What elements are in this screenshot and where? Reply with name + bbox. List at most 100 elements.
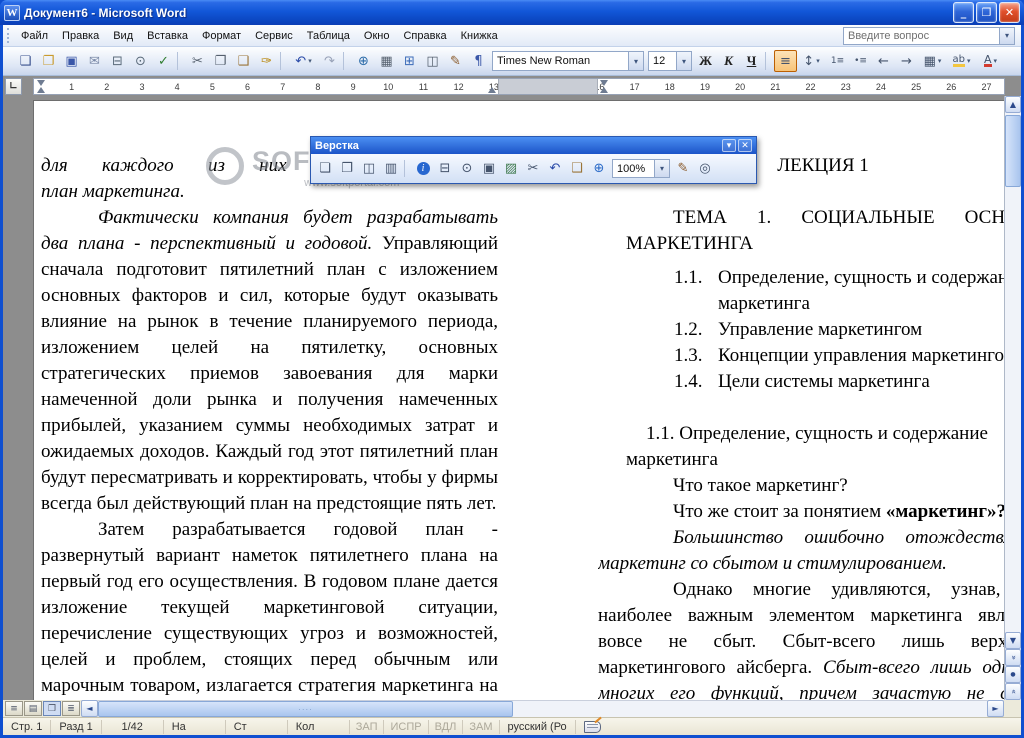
spelling-status-icon[interactable] (583, 720, 601, 733)
tables-borders-icon[interactable]: ▦ (375, 50, 398, 72)
numbered-list-icon[interactable]: 1≡ (826, 50, 849, 72)
layout-toolbar-title-bar[interactable]: Верстка ▾ ✕ (311, 137, 756, 154)
print-icon[interactable]: ⊟ (106, 50, 129, 72)
italic-button[interactable]: К (717, 50, 740, 72)
insert-table-icon[interactable]: ⊞ (398, 50, 421, 72)
zoom-combo[interactable]: 100% ▾ (612, 159, 670, 178)
ask-question-box[interactable]: Введите вопрос ▾ (843, 26, 1015, 45)
scroll-left-icon[interactable]: ◄ (81, 700, 98, 717)
layout-floating-toolbar[interactable]: Верстка ▾ ✕ ❏ ❐ ◫ ▥ i ⊟ ⊙ ▣ ▨ ✂ ↶ ❑ ⊕ 10… (310, 136, 757, 184)
magnifier-icon[interactable]: ◎ (694, 158, 716, 179)
status-toggle[interactable]: ВДЛ (429, 719, 464, 734)
menu-item[interactable]: Справка (396, 25, 453, 46)
pen-icon[interactable]: ✎ (672, 158, 694, 179)
close-icon[interactable]: ✕ (738, 139, 752, 152)
increase-indent-icon[interactable]: → (895, 50, 918, 72)
decrease-indent-icon[interactable]: ← (872, 50, 895, 72)
font-color-icon[interactable]: А (976, 50, 1005, 72)
outline-view-button[interactable]: ≣ (62, 701, 80, 716)
paste-icon[interactable]: ❑ (566, 158, 588, 179)
select-browse-object-icon[interactable]: ● (1005, 666, 1021, 683)
title-bar[interactable]: W Документ6 - Microsoft Word _ ❐ ✕ (0, 0, 1024, 25)
vertical-scroll-thumb[interactable] (1005, 115, 1021, 187)
minimize-button[interactable]: _ (953, 2, 974, 23)
print-layout-view-button[interactable]: ❐ (43, 701, 61, 716)
column2-left-indent-marker[interactable] (600, 87, 608, 93)
status-toggle[interactable]: ИСПР (384, 719, 429, 734)
web-layout-view-button[interactable]: ▤ (24, 701, 42, 716)
screen-view-icon[interactable]: ▣ (478, 158, 500, 179)
font-name-combo[interactable]: Times New Roman ▾ (492, 51, 644, 71)
previous-page-icon[interactable]: « (1005, 649, 1021, 666)
spelling-icon[interactable]: ✓ (152, 50, 175, 72)
save-icon[interactable]: ▣ (60, 50, 83, 72)
close-button[interactable]: ✕ (999, 2, 1020, 23)
hyperlink-icon[interactable]: ⊕ (352, 50, 375, 72)
undo-icon[interactable]: ↶ (289, 50, 318, 72)
borders-icon[interactable]: ▦ (918, 50, 947, 72)
new-document-icon[interactable]: ❏ (14, 50, 37, 72)
toolbar-options-icon[interactable]: ▾ (722, 139, 736, 152)
scroll-down-icon[interactable]: ▼ (1005, 632, 1021, 649)
menu-item[interactable]: Таблица (300, 25, 357, 46)
chevron-down-icon[interactable]: ▾ (676, 52, 691, 70)
language-indicator[interactable]: русский (Ро (500, 719, 576, 734)
document-page[interactable]: для каждого из них нужен детальный план … (33, 100, 1005, 700)
horizontal-scroll-thumb[interactable]: ···· (98, 701, 513, 717)
line-spacing-icon[interactable]: ↕ (797, 50, 826, 72)
chevron-down-icon[interactable]: ▾ (654, 160, 669, 177)
bullet-list-icon[interactable]: •≡ (849, 50, 872, 72)
cut-icon[interactable]: ✂ (522, 158, 544, 179)
font-size-combo[interactable]: 12 ▾ (648, 51, 692, 71)
redo-icon[interactable]: ↷ (318, 50, 341, 72)
picture-icon[interactable]: ▨ (500, 158, 522, 179)
status-toggle[interactable]: ЗАП (350, 719, 385, 734)
chevron-down-icon[interactable]: ▾ (628, 52, 643, 70)
menu-item[interactable]: Окно (357, 25, 397, 46)
single-page-icon[interactable]: ❏ (314, 158, 336, 179)
next-page-icon[interactable]: » (1005, 683, 1021, 700)
undo-icon[interactable]: ↶ (544, 158, 566, 179)
info-icon[interactable]: i (412, 158, 434, 179)
page-frame-icon[interactable]: ◫ (358, 158, 380, 179)
print-preview-icon[interactable]: ⊙ (129, 50, 152, 72)
print-preview-icon[interactable]: ⊙ (456, 158, 478, 179)
menu-item[interactable]: Вид (106, 25, 140, 46)
copy-icon[interactable]: ❐ (209, 50, 232, 72)
horizontal-ruler[interactable]: 1234567891011121314151617181920212223242… (33, 78, 1005, 95)
highlight-icon[interactable]: ab (947, 50, 976, 72)
format-painter-icon[interactable]: ✑ (255, 50, 278, 72)
open-folder-icon[interactable]: ❐ (37, 50, 60, 72)
chevron-down-icon[interactable]: ▾ (999, 27, 1014, 44)
scroll-right-icon[interactable]: ► (987, 700, 1004, 717)
right-indent-marker[interactable] (488, 87, 496, 93)
left-indent-marker[interactable] (37, 87, 45, 93)
vertical-scrollbar[interactable]: ▲ ▼ « ● » (1004, 96, 1021, 700)
normal-view-button[interactable]: ≡ (5, 701, 23, 716)
menu-item[interactable]: Правка (55, 25, 106, 46)
menu-item[interactable]: Формат (195, 25, 248, 46)
status-toggle[interactable]: ЗАМ (463, 719, 500, 734)
mail-icon[interactable]: ✉ (83, 50, 106, 72)
tab-stop-selector[interactable]: ∟ (5, 78, 22, 95)
horizontal-scroll-track[interactable]: ···· (98, 700, 987, 717)
scroll-up-icon[interactable]: ▲ (1005, 96, 1021, 113)
facing-pages-icon[interactable]: ❐ (336, 158, 358, 179)
print-icon[interactable]: ⊟ (434, 158, 456, 179)
bold-button[interactable]: Ж (694, 50, 717, 72)
underline-button[interactable]: Ч (740, 50, 763, 72)
cut-icon[interactable]: ✂ (186, 50, 209, 72)
columns-icon[interactable]: ◫ (421, 50, 444, 72)
first-line-indent-marker[interactable] (37, 80, 45, 86)
menu-item[interactable]: Книжка (454, 25, 505, 46)
menu-item[interactable]: Сервис (248, 25, 300, 46)
menu-item[interactable]: Вставка (140, 25, 195, 46)
paste-icon[interactable]: ❑ (232, 50, 255, 72)
menu-item[interactable]: Файл (14, 25, 55, 46)
drawing-icon[interactable]: ✎ (444, 50, 467, 72)
column2-first-line-indent-marker[interactable] (600, 80, 608, 86)
maximize-button[interactable]: ❐ (976, 2, 997, 23)
align-justify-icon[interactable]: ≡ (774, 50, 797, 72)
show-paragraph-icon[interactable]: ¶ (467, 50, 490, 72)
globe-icon[interactable]: ⊕ (588, 158, 610, 179)
